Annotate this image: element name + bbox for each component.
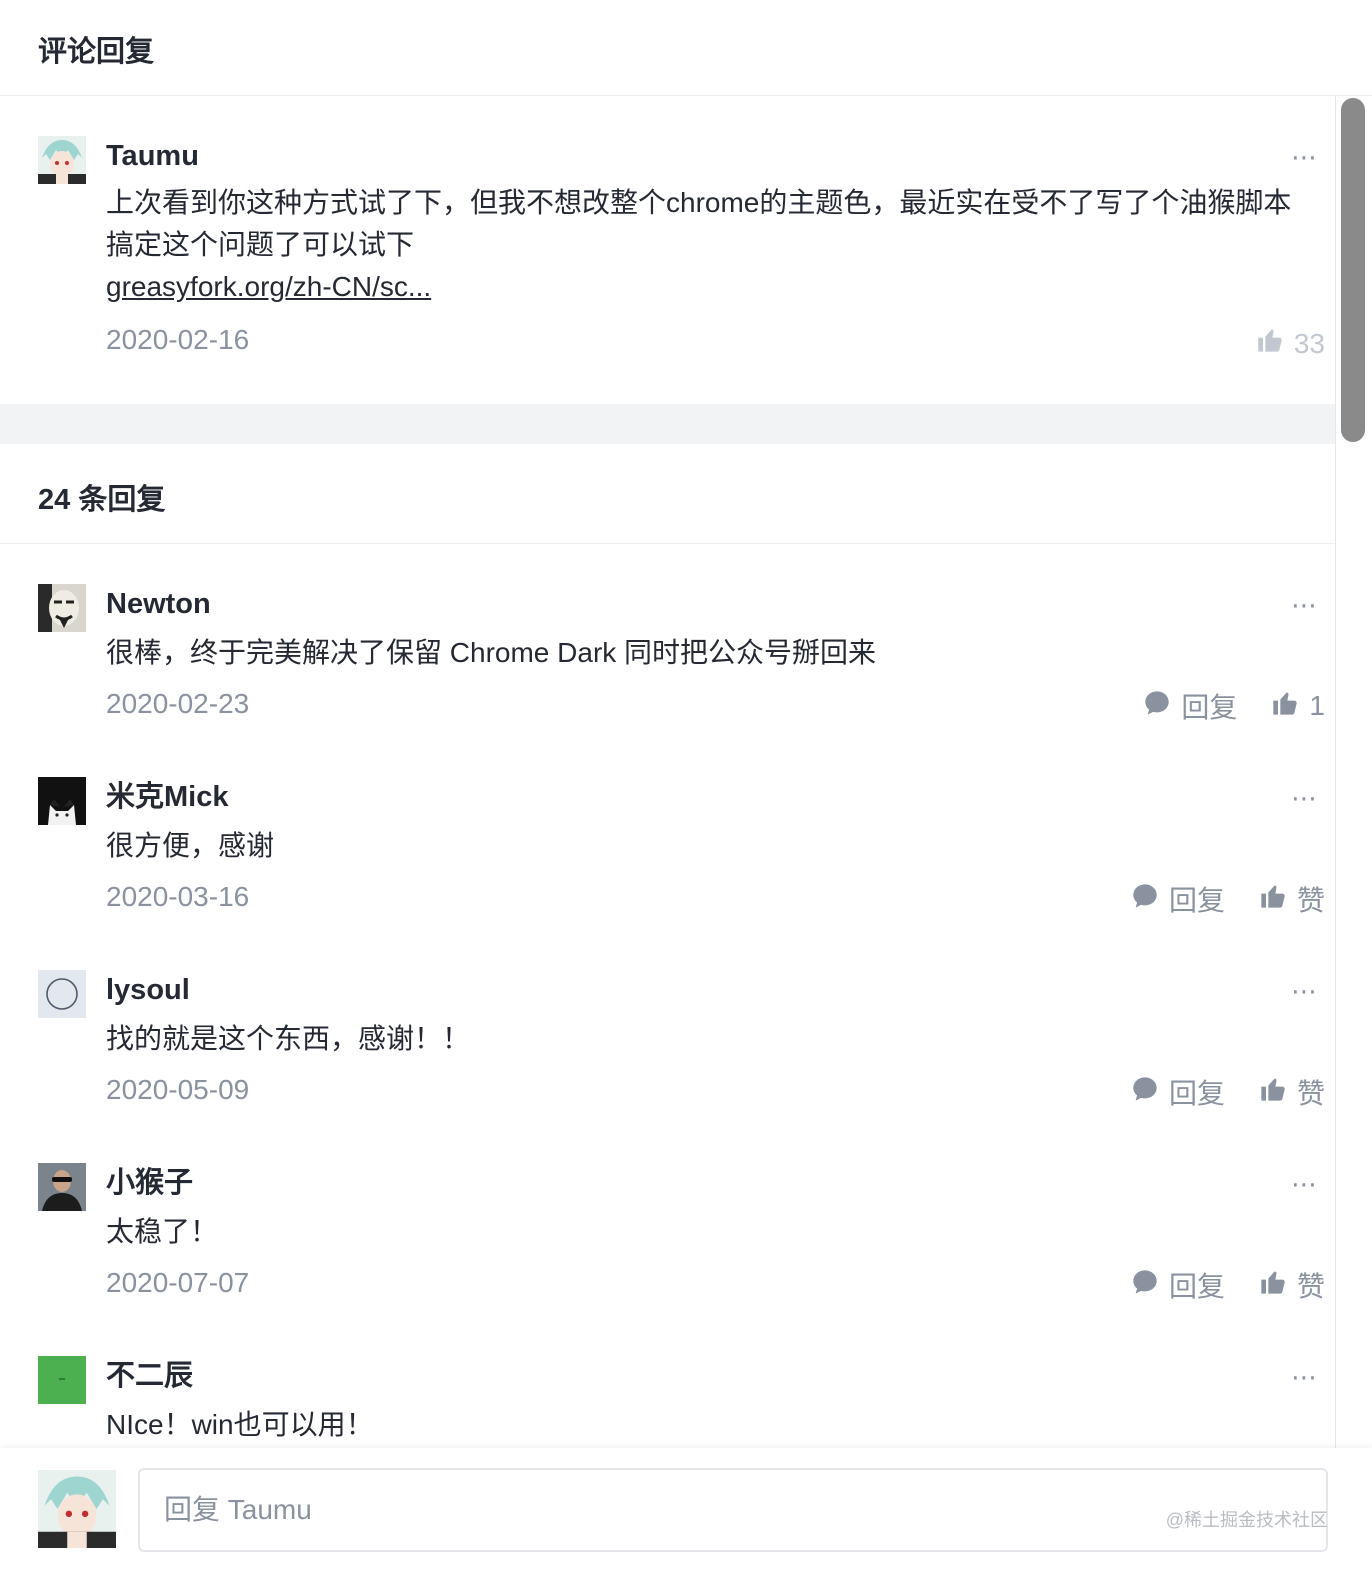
reply-content: 太稳了！ [106, 1216, 219, 1247]
comment-link[interactable]: greasyfork.org/zh-CN/sc... [106, 266, 431, 308]
reply-button[interactable]: 回复 [1131, 1265, 1225, 1305]
like-button[interactable]: 赞 [1259, 1265, 1325, 1305]
avatar[interactable] [38, 584, 86, 632]
avatar[interactable] [38, 970, 86, 1018]
replies-header: 24 条回复 [0, 444, 1335, 544]
username[interactable]: Taumu [106, 136, 1335, 176]
reply-input[interactable] [138, 1468, 1328, 1552]
reply-item: ⋯ 小猴子 太稳了！ 2020-07-07 回复 赞 [0, 1123, 1335, 1316]
like-button[interactable]: 赞 [1259, 879, 1325, 919]
like-button[interactable]: 1 [1271, 689, 1325, 724]
more-options-icon[interactable]: ⋯ [1291, 1362, 1319, 1393]
main-comment: ⋯ Taumu 上次看到你这种方式试了下，但我不想改整个chrome的主题色，最… [0, 96, 1335, 404]
comment-bubble-icon [1131, 882, 1159, 917]
reply-content: 很方便，感谢 [106, 830, 275, 861]
like-button[interactable]: 赞 [1259, 1072, 1325, 1112]
reply-button[interactable]: 回复 [1131, 879, 1225, 919]
reply-label: 回复 [1181, 692, 1238, 723]
more-options-icon[interactable]: ⋯ [1291, 976, 1319, 1007]
panel-title: 评论回复 [38, 36, 155, 68]
reply-actions: 回复 1 [1143, 686, 1325, 726]
username[interactable]: Newton [106, 584, 1335, 624]
comment-bubble-icon [1143, 689, 1171, 724]
more-options-icon[interactable]: ⋯ [1291, 590, 1319, 621]
thumbs-up-icon [1259, 1268, 1287, 1303]
more-options-icon[interactable]: ⋯ [1291, 783, 1319, 814]
comment-bubble-icon [1131, 1075, 1159, 1110]
reply-content: 找的就是这个东西，感谢！！ [106, 1023, 471, 1054]
reply-label: 回复 [1168, 1271, 1225, 1302]
more-options-icon[interactable]: ⋯ [1291, 142, 1319, 173]
avatar[interactable] [38, 777, 86, 825]
section-divider [0, 404, 1335, 444]
thumbs-up-icon [1259, 1075, 1287, 1110]
reply-label: 回复 [1168, 1078, 1225, 1109]
scrollbar[interactable] [1338, 96, 1368, 1448]
like-count: 33 [1293, 327, 1325, 359]
reply-actions: 回复 赞 [1131, 1265, 1325, 1305]
like-label: 赞 [1296, 1271, 1325, 1302]
replies-count-title: 24 条回复 [38, 484, 166, 516]
reply-content: NIce！win也可以用！ [106, 1409, 374, 1440]
username[interactable]: lysoul [106, 970, 1335, 1010]
reply-actions: 回复 赞 [1131, 879, 1325, 919]
comment-bubble-icon [1131, 1268, 1159, 1303]
avatar[interactable] [38, 136, 86, 184]
like-label: 赞 [1296, 1078, 1325, 1109]
comment-actions: 33 [1256, 326, 1325, 361]
thumbs-up-icon [1259, 882, 1287, 917]
avatar[interactable] [38, 1356, 86, 1404]
reply-item: ⋯ lysoul 找的就是这个东西，感谢！！ 2020-05-09 回复 赞 [0, 930, 1335, 1123]
like-label: 1 [1309, 690, 1325, 721]
reply-item: ⋯ 米克Mick 很方便，感谢 2020-03-16 回复 赞 [0, 737, 1335, 930]
reply-actions: 回复 赞 [1131, 1072, 1325, 1112]
panel-header: 评论回复 [0, 0, 1372, 96]
reply-content: 很棒，终于完美解决了保留 Chrome Dark 同时把公众号掰回来 [106, 637, 877, 668]
reply-button[interactable]: 回复 [1131, 1072, 1225, 1112]
comment-scroll-area[interactable]: ⋯ Taumu 上次看到你这种方式试了下，但我不想改整个chrome的主题色，最… [0, 96, 1336, 1448]
username[interactable]: 米克Mick [106, 777, 1335, 817]
current-user-avatar [38, 1470, 116, 1548]
thumbs-up-icon [1256, 326, 1284, 361]
reply-item: ⋯ 不二辰 NIce！win也可以用！ [0, 1316, 1335, 1448]
reply-button[interactable]: 回复 [1143, 686, 1237, 726]
watermark: @稀土掘金技术社区 [1165, 1510, 1328, 1530]
comment-content: 上次看到你这种方式试了下，但我不想改整个chrome的主题色，最近实在受不了写了… [106, 187, 1292, 260]
comment-date: 2020-02-16 [106, 324, 250, 355]
reply-item: ⋯ Newton 很棒，终于完美解决了保留 Chrome Dark 同时把公众号… [0, 544, 1335, 737]
avatar[interactable] [38, 1163, 86, 1211]
reply-label: 回复 [1168, 885, 1225, 916]
scrollbar-thumb[interactable] [1341, 98, 1365, 442]
more-options-icon[interactable]: ⋯ [1291, 1169, 1319, 1200]
like-button[interactable]: 33 [1256, 326, 1325, 361]
username[interactable]: 不二辰 [106, 1356, 1335, 1396]
thumbs-up-icon [1271, 689, 1299, 724]
like-label: 赞 [1296, 885, 1325, 916]
username[interactable]: 小猴子 [106, 1163, 1335, 1203]
reply-composer: @稀土掘金技术社区 [0, 1448, 1372, 1576]
